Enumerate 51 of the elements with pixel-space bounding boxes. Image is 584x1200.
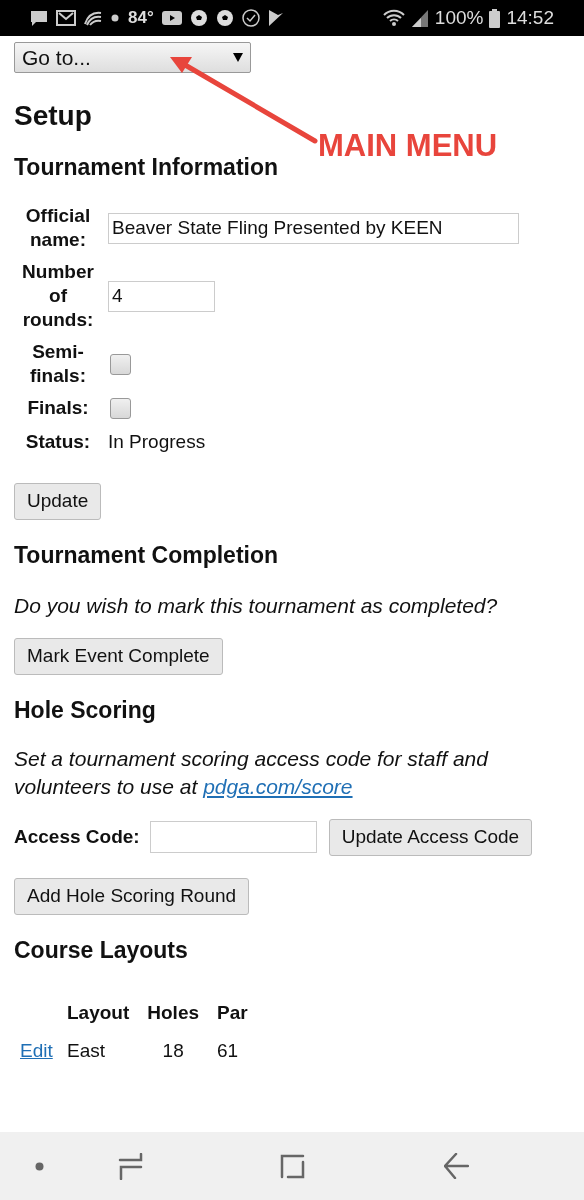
battery-percent: 100% (434, 5, 484, 30)
status-value: In Progress (108, 430, 206, 454)
table-cell-text: 61 (217, 1039, 240, 1063)
clock-time: 14:52 (506, 5, 554, 30)
add-round-button[interactable]: Add Hole Scoring Round (14, 877, 250, 915)
checkbox[interactable] (110, 397, 131, 419)
battery-icon (489, 8, 501, 28)
back-icon[interactable] (444, 1153, 469, 1179)
check-circle-icon (241, 9, 260, 27)
ball-icon (215, 9, 234, 27)
swirl-icon (84, 10, 102, 26)
field-label: Official name: (24, 204, 92, 252)
temperature-text: 84° (128, 7, 154, 30)
update-button[interactable]: Update (14, 482, 102, 520)
section-heading: Hole Scoring (14, 695, 157, 725)
ball-icon (189, 9, 208, 27)
home-icon[interactable] (280, 1154, 305, 1179)
edit-link[interactable]: Edit (20, 1040, 53, 1061)
wifi-icon (382, 9, 405, 27)
column-header: Holes (147, 1000, 201, 1025)
section-heading: Course Layouts (14, 935, 189, 965)
page-title: Setup (14, 99, 93, 133)
caret-icon (233, 53, 243, 62)
prompt-text: Do you wish to mark this tournament as completed? (14, 592, 499, 619)
field-label: Semi-finals: (29, 340, 87, 388)
description-text: Set a tournament scoring access code for staff and volunteers to use at pdga.com/score (14, 745, 490, 800)
dot-icon[interactable] (35, 1162, 44, 1171)
field-label: Number of rounds: (21, 260, 95, 332)
play-icon (161, 11, 182, 25)
column-header: Layout (67, 1000, 131, 1025)
field-label: Status: (24, 430, 92, 455)
text-field[interactable]: 4 (108, 280, 215, 312)
table-cell-text: East (67, 1039, 107, 1063)
update-access-code-button[interactable]: Update Access Code (328, 818, 533, 856)
access-code-field[interactable] (149, 821, 317, 853)
field-label: Finals: (26, 396, 90, 420)
recent-apps-icon[interactable] (118, 1153, 143, 1180)
score-link[interactable]: pdga.com/score (203, 774, 353, 798)
column-header: Par (217, 1000, 249, 1025)
signal-icon (410, 9, 429, 27)
section-heading: Tournament Completion (14, 540, 280, 570)
mail-icon (56, 10, 76, 26)
section-heading: Tournament Information (14, 153, 280, 182)
table-cell-text: 18 (161, 1039, 185, 1063)
message-icon (30, 9, 48, 27)
access-code-label: Access Code: (14, 824, 140, 849)
annotation-label: MAIN MENU (318, 129, 498, 163)
checkbox[interactable] (110, 353, 131, 375)
mark-complete-button[interactable]: Mark Event Complete (14, 637, 223, 675)
text-field[interactable]: Beaver State Fling Presented by KEEN (108, 212, 519, 244)
goto-dropdown[interactable]: Go to... (14, 42, 251, 73)
